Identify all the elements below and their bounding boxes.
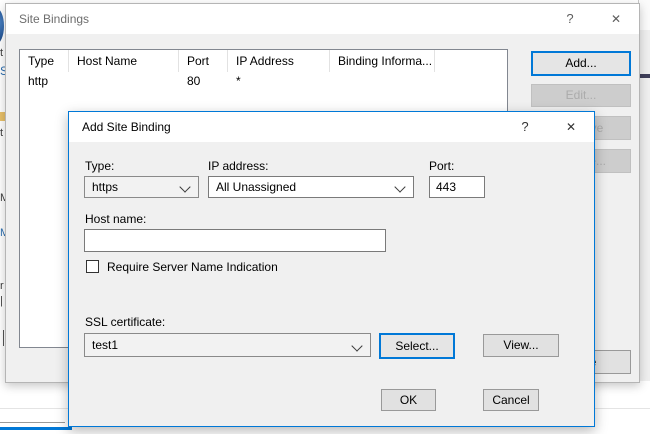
column-header-ip-address[interactable]: IP Address xyxy=(228,50,330,72)
port-input[interactable] xyxy=(429,176,485,198)
tree-line-fragment xyxy=(3,330,4,346)
sni-checkbox[interactable] xyxy=(86,260,99,273)
screen: t S t M M r | Site Bindings ? ✕ Type Hos… xyxy=(0,0,650,431)
site-bindings-titlebar[interactable]: Site Bindings ? ✕ xyxy=(6,4,639,34)
help-icon[interactable]: ? xyxy=(508,112,542,142)
ssl-certificate-select-value: test1 xyxy=(92,338,118,352)
cell-binding-info xyxy=(330,73,435,91)
close-icon[interactable]: ✕ xyxy=(554,112,588,142)
port-label: Port: xyxy=(429,159,454,173)
chevron-down-icon xyxy=(394,181,405,192)
sni-checkbox-label: Require Server Name Indication xyxy=(107,260,278,274)
cell-host-name xyxy=(69,73,179,91)
ip-address-select[interactable]: All Unassigned xyxy=(208,176,414,198)
tree-text-fragment: | xyxy=(0,296,3,307)
type-select-value: https xyxy=(92,180,118,194)
add-site-binding-dialog: Add Site Binding ? ✕ Type: https IP addr… xyxy=(68,111,595,427)
table-header: Type Host Name Port IP Address Binding I… xyxy=(20,50,507,72)
host-name-label: Host name: xyxy=(85,212,146,226)
edit-button: Edit... xyxy=(531,84,631,107)
chevron-down-icon xyxy=(351,340,362,351)
add-binding-titlebar[interactable]: Add Site Binding ? ✕ xyxy=(69,112,594,142)
dialog-title: Site Bindings xyxy=(19,12,89,26)
select-certificate-button[interactable]: Select... xyxy=(379,333,455,359)
ip-address-label: IP address: xyxy=(208,159,268,173)
column-header-binding-info[interactable]: Binding Informa... xyxy=(330,50,435,72)
column-header-host-name[interactable]: Host Name xyxy=(69,50,179,72)
column-header-type[interactable]: Type xyxy=(20,50,69,72)
column-header-filler xyxy=(435,50,507,72)
table-row[interactable]: http 80 * xyxy=(20,73,507,91)
help-icon[interactable]: ? xyxy=(553,4,587,34)
cell-type: http xyxy=(20,73,69,91)
cancel-button[interactable]: Cancel xyxy=(483,389,539,411)
dialog-title: Add Site Binding xyxy=(82,120,171,134)
close-icon[interactable]: ✕ xyxy=(599,4,633,34)
ssl-certificate-select[interactable]: test1 xyxy=(84,333,371,357)
cell-ip-address: * xyxy=(228,73,330,91)
cell-port: 80 xyxy=(179,73,228,91)
type-select[interactable]: https xyxy=(84,176,199,198)
ip-address-select-value: All Unassigned xyxy=(216,180,296,194)
background-accent xyxy=(640,74,650,78)
host-name-input[interactable] xyxy=(84,229,386,252)
column-header-port[interactable]: Port xyxy=(179,50,228,72)
background-divider xyxy=(0,422,65,423)
type-label: Type: xyxy=(85,159,114,173)
background-icon-fragment xyxy=(0,8,4,44)
chevron-down-icon xyxy=(179,181,190,192)
add-button[interactable]: Add... xyxy=(531,51,631,76)
tree-text-fragment: t xyxy=(0,48,3,59)
ssl-certificate-label: SSL certificate: xyxy=(85,315,165,329)
tree-text-fragment: t xyxy=(0,128,3,139)
ok-button[interactable]: OK xyxy=(381,389,436,411)
view-certificate-button[interactable]: View... xyxy=(483,334,559,357)
tree-text-fragment: r xyxy=(0,281,4,292)
